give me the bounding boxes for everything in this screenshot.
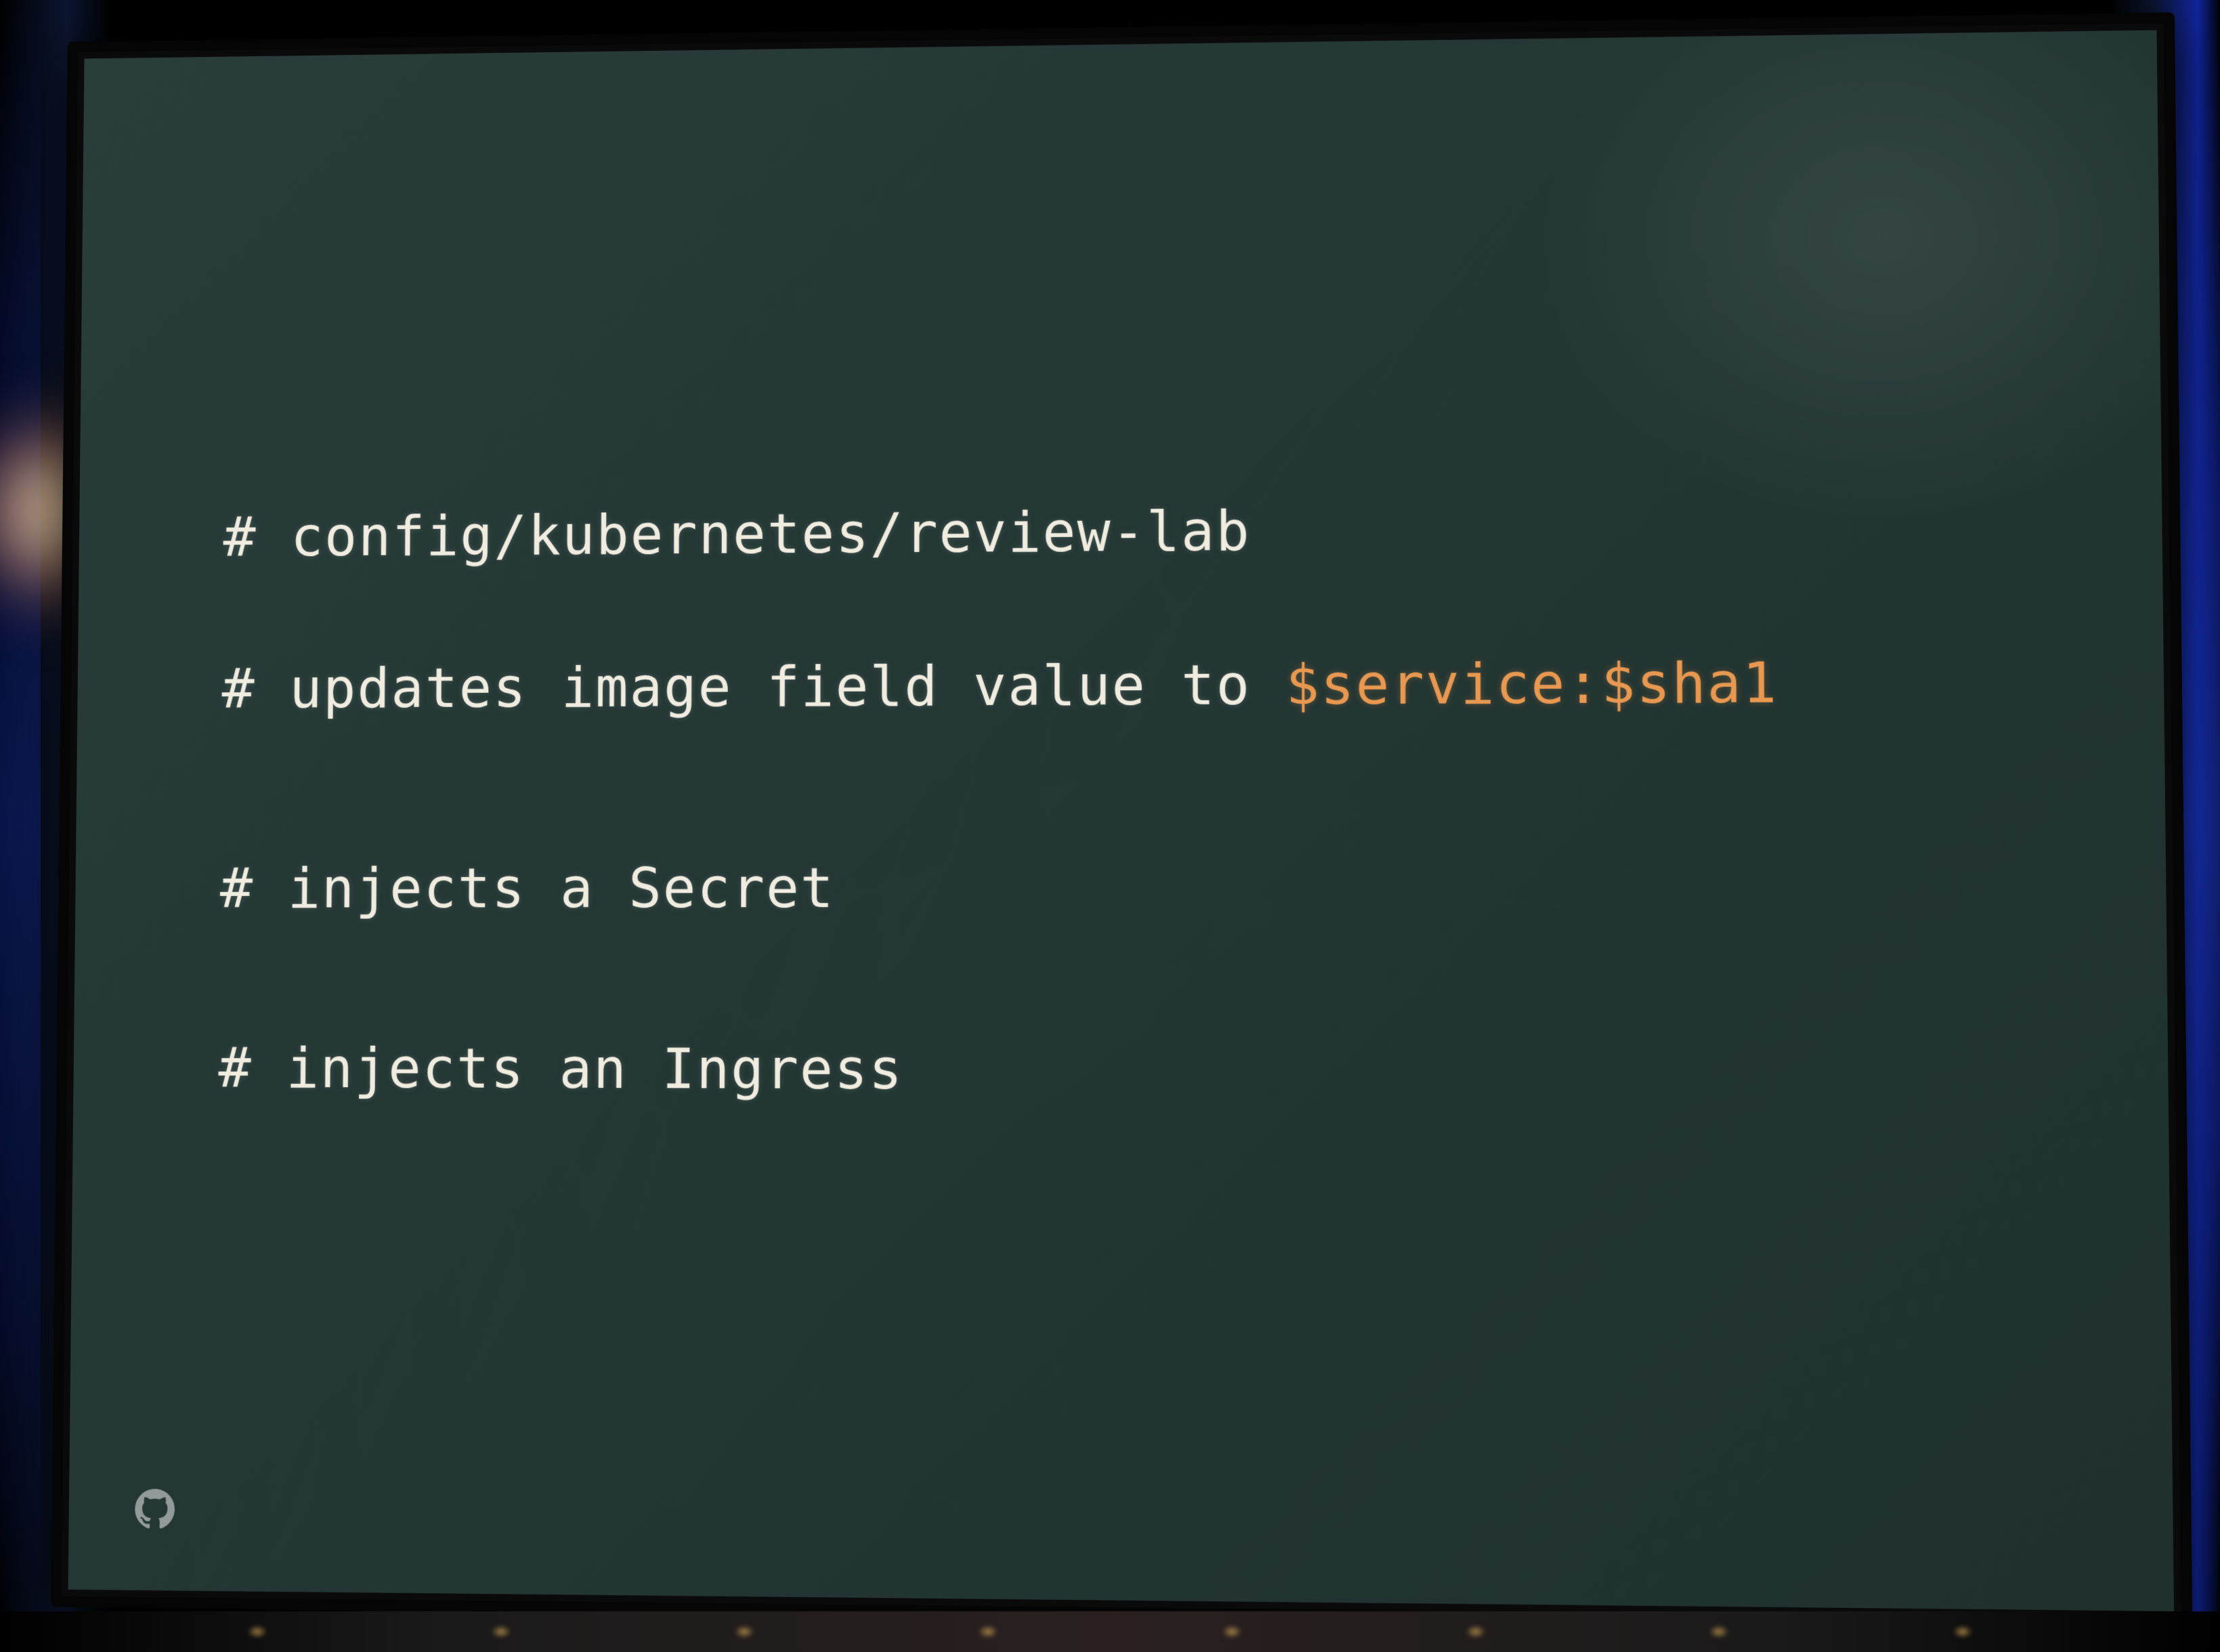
github-icon [135,1489,175,1529]
footlight [1952,1625,1973,1638]
comment-prefix: # [221,658,290,721]
footlight [1466,1625,1486,1638]
comment-text: updates image field value to [289,654,1286,721]
footlight [734,1625,754,1638]
footlight [978,1625,998,1638]
presentation-screen-container: # config/kubernetes/review-lab # updates… [51,12,2192,1630]
presentation-screen: # config/kubernetes/review-lab # updates… [68,30,2175,1611]
footlight [1222,1625,1242,1638]
comment-text: injects an Ingress [286,1037,903,1103]
code-comment-line-1: # config/kubernetes/review-lab [223,493,2079,571]
comment-prefix: # [219,857,288,920]
comment-text: config/kubernetes/review-lab [291,499,1251,569]
stage-bottom-bar [0,1611,2220,1652]
code-comment-line-3: # injects a Secret [219,854,2083,922]
slide-content: # config/kubernetes/review-lab # updates… [217,493,2085,1197]
comment-prefix: # [223,506,291,570]
code-comment-line-4: # injects an Ingress [218,1036,2085,1107]
code-comment-line-2: # updates image field value to $service:… [221,650,2080,723]
comment-prefix: # [218,1037,286,1101]
comment-text: injects a Secret [288,856,835,920]
footlight [1709,1625,1729,1638]
footlight [491,1625,511,1638]
variable-highlight: $service:$sha1 [1285,652,1778,718]
stage-footlights [0,1618,2220,1645]
footlight [247,1625,268,1638]
stage-lighting-left [0,0,41,1652]
